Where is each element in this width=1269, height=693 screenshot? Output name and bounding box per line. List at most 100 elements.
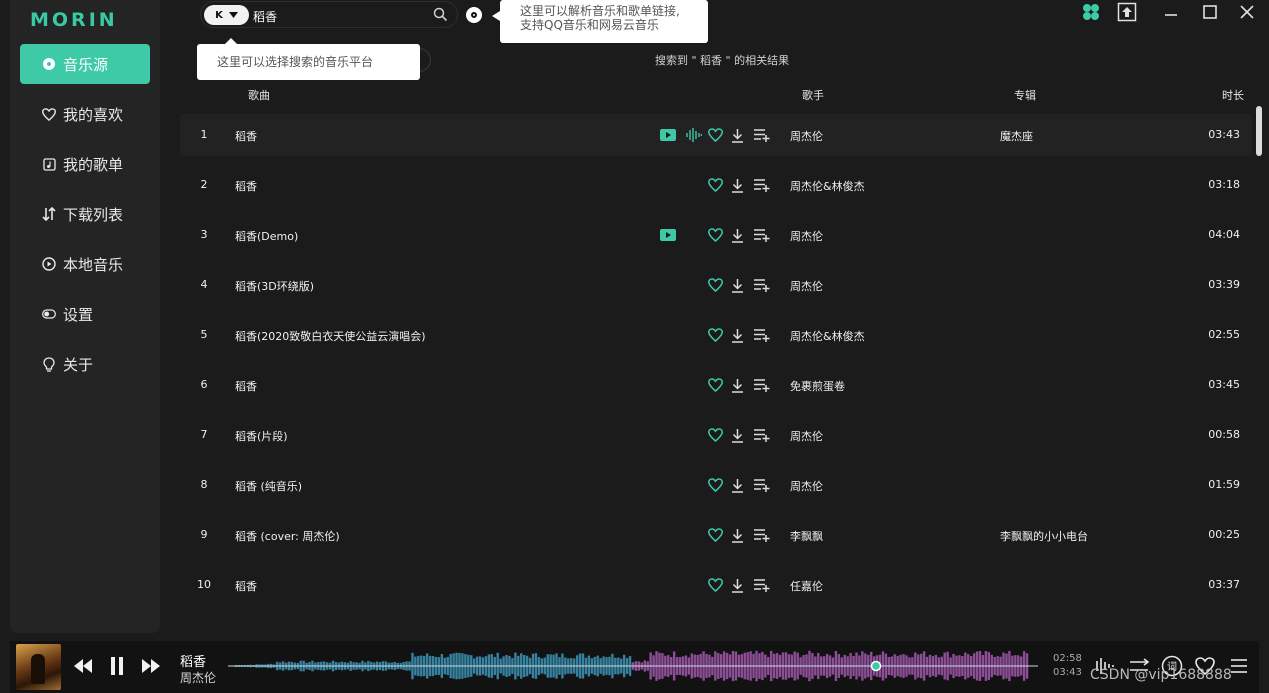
download-icon[interactable] xyxy=(728,576,746,594)
sidebar-item-label: 我的喜欢 xyxy=(63,105,124,124)
platform-select[interactable]: K xyxy=(204,5,249,25)
song-album[interactable]: 魔杰座 xyxy=(1000,128,1033,144)
song-singer[interactable]: 周杰伦&林俊杰 xyxy=(790,328,865,344)
song-duration: 02:55 xyxy=(1208,328,1240,341)
table-row[interactable]: 2 稻香 周杰伦&林俊杰 03:18 xyxy=(180,164,1252,206)
heart-icon[interactable] xyxy=(706,126,724,144)
download-icon[interactable] xyxy=(728,176,746,194)
column-song: 歌曲 xyxy=(248,89,270,102)
download-icon[interactable] xyxy=(728,426,746,444)
add-to-playlist-icon[interactable] xyxy=(752,376,770,394)
add-to-playlist-icon[interactable] xyxy=(752,476,770,494)
sidebar-item-5[interactable]: 设置 xyxy=(20,294,150,334)
heart-icon[interactable] xyxy=(706,326,724,344)
mv-icon[interactable] xyxy=(659,226,677,244)
download-icon[interactable] xyxy=(728,226,746,244)
song-singer[interactable]: 周杰伦 xyxy=(790,278,823,294)
scrollbar[interactable] xyxy=(1256,106,1262,156)
table-row[interactable]: 9 稻香 (cover: 周杰伦) 李飘飘 李飘飘的小小电台 00:25 xyxy=(180,514,1252,556)
heart-icon[interactable] xyxy=(706,476,724,494)
row-actions xyxy=(180,326,780,344)
row-actions xyxy=(180,226,780,244)
song-singer[interactable]: 任嘉伦 xyxy=(790,578,823,594)
table-row[interactable]: 8 稻香 (纯音乐) 周杰伦 01:59 xyxy=(180,464,1252,506)
playing-wave-icon[interactable] xyxy=(685,126,703,144)
sidebar-item-4[interactable]: 本地音乐 xyxy=(20,244,150,284)
sidebar-item-2[interactable]: 我的歌单 xyxy=(20,144,150,184)
download-icon[interactable] xyxy=(728,526,746,544)
add-to-playlist-icon[interactable] xyxy=(752,126,770,144)
column-duration: 时长 xyxy=(1222,89,1244,102)
skin-icon[interactable] xyxy=(1080,2,1102,22)
heart-icon[interactable] xyxy=(706,276,724,294)
maximize-icon[interactable] xyxy=(1199,2,1221,22)
sidebar-item-label: 我的歌单 xyxy=(63,155,124,174)
add-to-playlist-icon[interactable] xyxy=(752,576,770,594)
song-singer[interactable]: 免裹煎蛋卷 xyxy=(790,378,845,394)
sidebar-item-1[interactable]: 我的喜欢 xyxy=(20,94,150,134)
table-row[interactable]: 1 稻香 周杰伦 魔杰座 03:43 xyxy=(180,114,1252,156)
heart-icon[interactable] xyxy=(706,426,724,444)
add-to-playlist-icon[interactable] xyxy=(752,176,770,194)
add-to-playlist-icon[interactable] xyxy=(752,426,770,444)
table-row[interactable]: 5 稻香(2020致敬白衣天使公益云演唱会) 周杰伦&林俊杰 02:55 xyxy=(180,314,1252,356)
parse-link-button[interactable] xyxy=(466,7,482,23)
add-to-playlist-icon[interactable] xyxy=(752,276,770,294)
sidebar-item-0[interactable]: 音乐源 xyxy=(20,44,150,84)
pause-icon[interactable] xyxy=(106,655,128,677)
search-bar[interactable]: K 稻香 xyxy=(200,1,458,28)
song-duration: 03:45 xyxy=(1208,378,1240,391)
row-actions xyxy=(180,476,780,494)
disc-icon xyxy=(42,57,56,71)
search-icon[interactable] xyxy=(433,7,448,25)
mv-icon[interactable] xyxy=(659,126,677,144)
row-actions xyxy=(180,426,780,444)
next-icon[interactable] xyxy=(140,655,162,677)
add-to-playlist-icon[interactable] xyxy=(752,326,770,344)
app-logo: MORIN xyxy=(30,9,118,31)
download-icon[interactable] xyxy=(728,126,746,144)
heart-icon[interactable] xyxy=(706,576,724,594)
song-singer[interactable]: 周杰伦 xyxy=(790,428,823,444)
player-bar: 稻香 周杰伦 02:58 03:43 词 xyxy=(10,641,1259,693)
waveform-progress[interactable] xyxy=(228,647,1038,685)
table-row[interactable]: 3 稻香(Demo) 周杰伦 04:04 xyxy=(180,214,1252,256)
column-singer: 歌手 xyxy=(802,89,824,102)
mini-mode-icon[interactable] xyxy=(1116,2,1138,22)
now-playing-artist[interactable]: 周杰伦 xyxy=(180,669,216,686)
download-icon[interactable] xyxy=(728,376,746,394)
heart-icon[interactable] xyxy=(706,376,724,394)
platform-label: K xyxy=(215,9,223,21)
table-row[interactable]: 4 稻香(3D环绕版) 周杰伦 03:39 xyxy=(180,264,1252,306)
close-icon[interactable] xyxy=(1236,2,1258,22)
heart-icon[interactable] xyxy=(706,526,724,544)
table-row[interactable]: 7 稻香(片段) 周杰伦 00:58 xyxy=(180,414,1252,456)
sidebar-item-6[interactable]: 关于 xyxy=(20,344,150,384)
minimize-icon[interactable] xyxy=(1160,2,1182,22)
heart-icon[interactable] xyxy=(706,226,724,244)
album-cover[interactable] xyxy=(16,644,61,690)
table-row[interactable]: 6 稻香 免裹煎蛋卷 03:45 xyxy=(180,364,1252,406)
song-singer[interactable]: 周杰伦&林俊杰 xyxy=(790,178,865,194)
song-singer[interactable]: 周杰伦 xyxy=(790,478,823,494)
download-icon[interactable] xyxy=(728,326,746,344)
song-singer[interactable]: 周杰伦 xyxy=(790,128,823,144)
sidebar-item-3[interactable]: 下载列表 xyxy=(20,194,150,234)
playlist-icon xyxy=(42,157,56,171)
song-album[interactable]: 李飘飘的小小电台 xyxy=(1000,528,1088,544)
add-to-playlist-icon[interactable] xyxy=(752,226,770,244)
add-to-playlist-icon[interactable] xyxy=(752,526,770,544)
search-input[interactable]: 稻香 xyxy=(253,8,277,25)
column-album: 专辑 xyxy=(1014,89,1036,102)
heart-icon[interactable] xyxy=(706,176,724,194)
download-icon[interactable] xyxy=(728,276,746,294)
sidebar-item-label: 本地音乐 xyxy=(63,255,124,274)
song-singer[interactable]: 李飘飘 xyxy=(790,528,823,544)
prev-icon[interactable] xyxy=(72,655,94,677)
song-singer[interactable]: 周杰伦 xyxy=(790,228,823,244)
row-actions xyxy=(180,126,780,144)
table-row[interactable]: 10 稻香 任嘉伦 03:37 xyxy=(180,564,1252,606)
download-icon[interactable] xyxy=(728,476,746,494)
table-header: 歌曲 歌手 专辑 时长 xyxy=(180,84,1252,104)
song-duration: 01:59 xyxy=(1208,478,1240,491)
